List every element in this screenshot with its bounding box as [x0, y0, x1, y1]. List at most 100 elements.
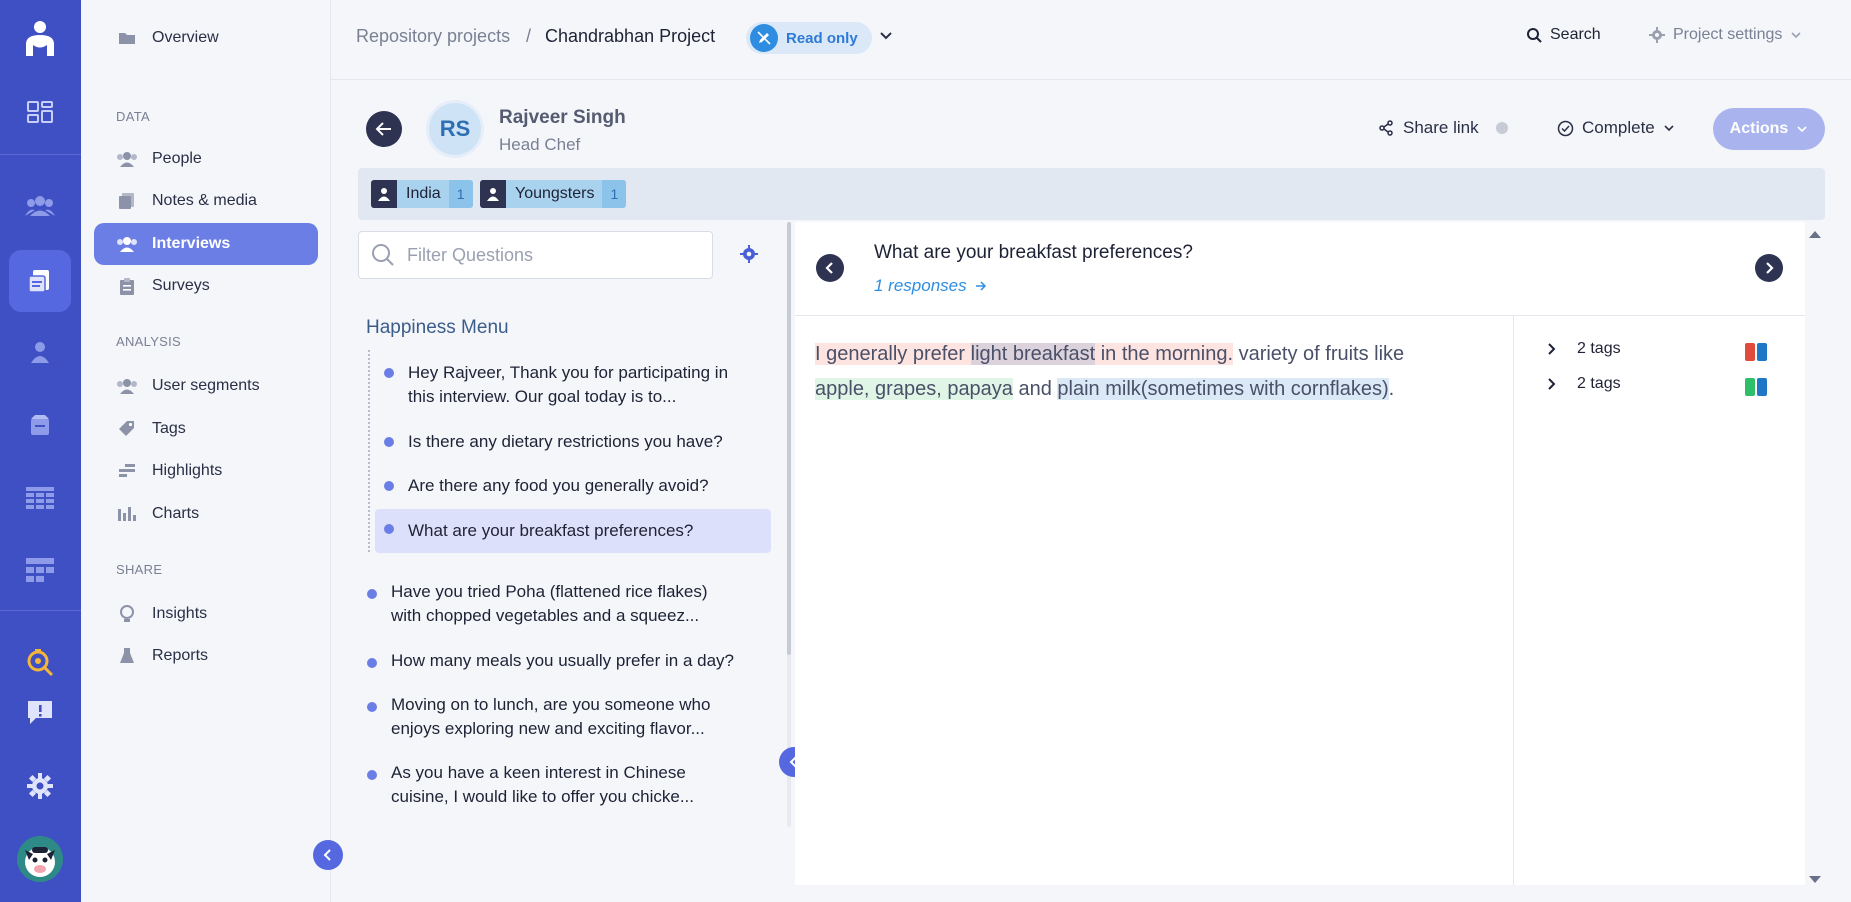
check-circle-icon	[1557, 120, 1574, 136]
table-icon[interactable]	[20, 478, 60, 518]
next-question-button[interactable]	[1755, 254, 1783, 282]
tag-count-label: 2 tags	[1577, 340, 1621, 357]
nav-item-tags[interactable]: Tags	[94, 408, 318, 450]
settings-icon[interactable]	[20, 766, 60, 806]
tag-color-swatch	[1757, 343, 1767, 361]
avatar[interactable]	[17, 836, 63, 882]
question-item[interactable]: As you have a keen interest in Chinese c…	[357, 761, 777, 809]
user-icon[interactable]	[20, 332, 60, 372]
nav-item-user-segments[interactable]: User segments	[94, 365, 318, 407]
plain-text: .	[1388, 378, 1395, 400]
nav-label: Insights	[152, 605, 208, 622]
tag-color-swatch	[1745, 343, 1755, 361]
tag-icon	[116, 420, 138, 438]
question-item[interactable]: Hey Rajveer, Thank you for participating…	[375, 361, 771, 413]
nav-item-charts[interactable]: Charts	[94, 493, 318, 535]
read-only-badge[interactable]: Read only	[746, 22, 872, 54]
read-only-label: Read only	[786, 29, 858, 47]
nav-item-notes[interactable]: Notes & media	[94, 180, 318, 222]
highlight-overlap[interactable]: light breakfast	[970, 343, 1096, 365]
question-item[interactable]: How many meals you usually prefer in a d…	[357, 649, 777, 673]
question-item[interactable]: Is there any dietary restrictions you ha…	[375, 430, 771, 454]
chevron-down-icon	[1791, 32, 1801, 39]
people-icon	[116, 150, 138, 168]
question-text-line: this interview. Our goal today is to...	[408, 387, 677, 406]
responses-link[interactable]: 1 responses	[874, 276, 987, 296]
question-text-line: What are your breakfast preferences?	[408, 521, 694, 540]
response-answer-text[interactable]: I generally prefer light breakfast in th…	[815, 337, 1435, 407]
back-button[interactable]	[366, 111, 402, 147]
segment-strip: India 1 Youngsters 1	[358, 168, 1825, 220]
segment-chip-youngsters[interactable]: Youngsters 1	[480, 180, 627, 208]
logo-icon[interactable]	[21, 18, 59, 58]
nav-item-interviews[interactable]: Interviews	[94, 223, 318, 265]
question-item[interactable]: Moving on to lunch, are you someone who …	[357, 693, 777, 741]
nav-item-surveys[interactable]: Surveys	[94, 265, 318, 307]
nav-sidebar: Overview DATA People Notes & media Inter…	[81, 0, 343, 902]
people-icon[interactable]	[20, 186, 60, 226]
tag-row[interactable]: 2 tags	[1545, 375, 1621, 393]
share-link-button[interactable]: Share link	[1378, 118, 1508, 138]
segment-chip-india[interactable]: India 1	[371, 180, 473, 208]
question-item[interactable]: Have you tried Poha (flattened rice flak…	[357, 580, 777, 628]
nav-label: Notes & media	[152, 192, 257, 209]
question-list-scrollbar[interactable]	[787, 222, 791, 655]
search-button[interactable]: Search	[1526, 26, 1601, 44]
arrow-right-icon	[975, 281, 986, 291]
highlight-green[interactable]: apple, grapes, papaya	[815, 378, 1013, 400]
sidebar-collapse-button[interactable]	[313, 840, 343, 870]
feedback-icon[interactable]	[20, 692, 60, 732]
question-item[interactable]: Are there any food you generally avoid?	[375, 474, 771, 498]
nav-item-reports[interactable]: Reports	[94, 635, 318, 677]
highlight-blue[interactable]: plain milk(sometimes with cornflakes)	[1057, 378, 1389, 400]
chevron-down-icon[interactable]	[879, 28, 893, 46]
question-bullet	[384, 437, 394, 447]
nav-label: Highlights	[152, 462, 223, 479]
share-icon	[1379, 120, 1393, 136]
response-panel: What are your breakfast preferences? 1 r…	[795, 222, 1805, 885]
scroll-up-icon[interactable]	[1808, 226, 1822, 244]
nav-item-people[interactable]: People	[94, 138, 318, 180]
project-settings-button[interactable]: Project settings	[1649, 26, 1802, 44]
question-bullet	[384, 481, 394, 491]
filter-questions-field[interactable]	[358, 231, 713, 279]
insights-icon[interactable]	[20, 405, 60, 445]
previous-question-button[interactable]	[816, 254, 844, 282]
no-edit-icon	[750, 24, 778, 52]
breadcrumb-root[interactable]: Repository projects	[356, 26, 510, 47]
nav-item-overview[interactable]: Overview	[94, 17, 318, 59]
filter-questions-input[interactable]	[407, 244, 687, 266]
chevron-right-icon	[1548, 378, 1556, 390]
share-status-dot	[1495, 122, 1508, 134]
profile-role: Head Chef	[499, 135, 581, 154]
icon-rail	[0, 0, 81, 902]
dashboard-icon[interactable]	[20, 92, 60, 132]
highlight-red[interactable]: in the morning.	[1095, 343, 1234, 365]
question-group-title[interactable]: Happiness Menu	[366, 317, 509, 339]
question-bullet	[384, 524, 394, 534]
chevron-down-icon	[1797, 126, 1807, 133]
clipboard-icon	[116, 277, 138, 295]
grid-icon[interactable]	[20, 550, 60, 590]
question-text-line: cuisine, I would like to offer you chick…	[391, 787, 695, 806]
actions-button[interactable]: Actions	[1713, 108, 1825, 150]
person-icon	[371, 180, 397, 208]
nav-label: Tags	[152, 420, 186, 437]
complete-dropdown[interactable]: Complete	[1557, 118, 1675, 138]
search-label: Search	[1550, 26, 1601, 43]
question-bullet	[367, 658, 377, 668]
search-analyze-icon[interactable]	[20, 642, 60, 682]
scroll-down-icon[interactable]	[1808, 872, 1822, 890]
tag-row[interactable]: 2 tags	[1545, 340, 1621, 358]
nav-item-insights[interactable]: Insights	[94, 593, 318, 635]
response-question-title: What are your breakfast preferences?	[874, 242, 1193, 263]
search-icon	[1527, 28, 1542, 43]
profile-name: Rajveer Singh	[499, 107, 626, 128]
question-item-selected[interactable]: What are your breakfast preferences?	[375, 509, 771, 553]
actions-label: Actions	[1729, 120, 1789, 137]
question-settings-gear-icon[interactable]	[740, 245, 758, 268]
highlight-red[interactable]: I generally prefer	[815, 343, 971, 365]
nav-item-highlights[interactable]: Highlights	[94, 450, 318, 492]
interviews-icon[interactable]	[9, 250, 71, 312]
bar-chart-icon	[116, 505, 138, 523]
